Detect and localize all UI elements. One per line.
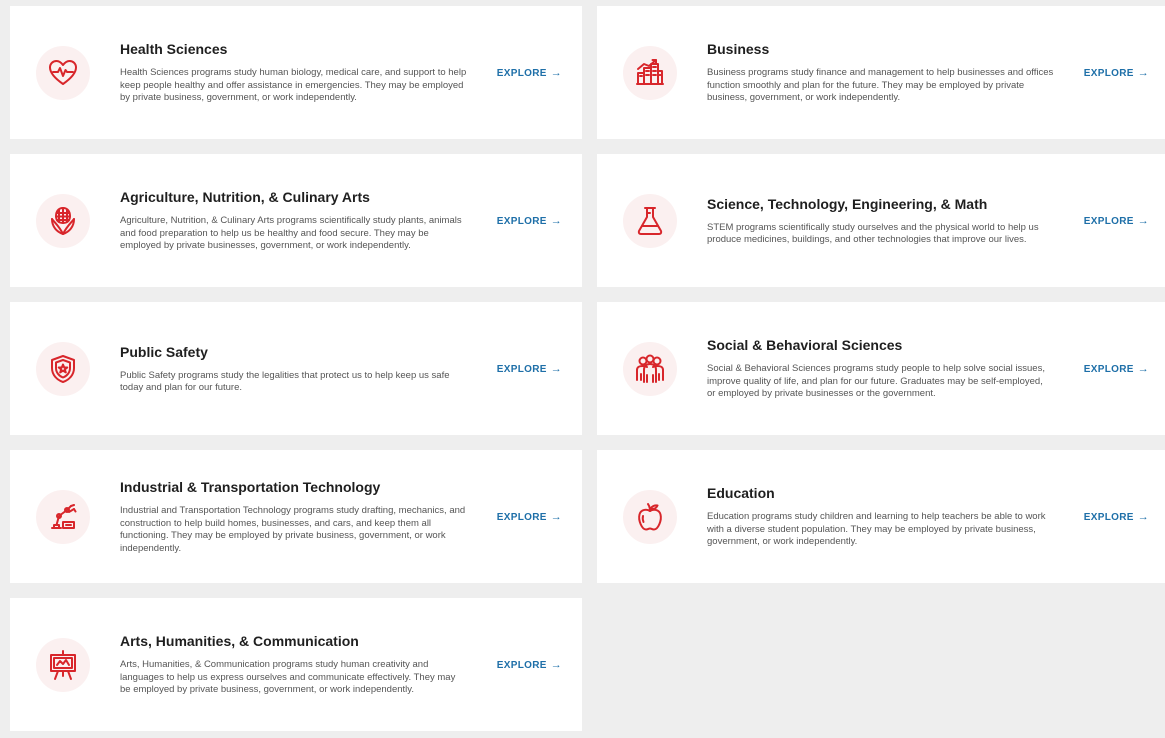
program-card-health-sciences: Health Sciences Health Sciences programs…	[10, 6, 582, 139]
program-card-business: Business Business programs study finance…	[597, 6, 1165, 139]
explore-link[interactable]: EXPLORE →	[1084, 67, 1149, 79]
arrow-right-icon: →	[1137, 362, 1149, 375]
arrow-right-icon: →	[550, 510, 562, 523]
explore-label: EXPLORE	[1083, 363, 1134, 375]
business-buildings-icon	[623, 45, 677, 100]
program-grid: Health Sciences Health Sciences programs…	[10, 6, 1165, 731]
program-description: Business programs study finance and mana…	[707, 67, 1054, 104]
explore-link[interactable]: EXPLORE →	[497, 363, 562, 375]
arrow-right-icon: →	[1137, 214, 1149, 227]
program-title: Science, Technology, Engineering, & Math	[707, 195, 988, 212]
flask-icon	[623, 193, 677, 248]
program-description: STEM programs scientifically study ourse…	[707, 221, 1039, 246]
program-description: Health Sciences programs study human bio…	[120, 67, 467, 104]
corn-icon	[36, 193, 90, 248]
program-title: Health Sciences	[120, 41, 228, 58]
explore-label: EXPLORE	[496, 67, 547, 79]
program-description: Public Safety programs study the legalit…	[120, 369, 450, 394]
explore-label: EXPLORE	[1083, 215, 1134, 227]
arrow-right-icon: →	[550, 658, 562, 671]
program-description: Social & Behavioral Sciences programs st…	[707, 363, 1045, 400]
program-card-agriculture: Agriculture, Nutrition, & Culinary Arts …	[10, 154, 582, 287]
program-description: Industrial and Transportation Technology…	[120, 505, 466, 554]
program-title: Education	[707, 485, 775, 502]
explore-label: EXPLORE	[1083, 511, 1134, 523]
explore-label: EXPLORE	[496, 511, 547, 523]
explore-label: EXPLORE	[496, 363, 547, 375]
arrow-right-icon: →	[550, 362, 562, 375]
program-title: Industrial & Transportation Technology	[120, 479, 381, 495]
heart-pulse-icon	[36, 45, 90, 100]
program-card-social-behavioral: Social & Behavioral Sciences Social & Be…	[597, 302, 1165, 435]
program-card-arts-humanities: Arts, Humanities, & Communication Arts, …	[10, 598, 582, 731]
program-description: Arts, Humanities, & Communication progra…	[120, 659, 456, 696]
program-title: Social & Behavioral Sciences	[707, 337, 903, 354]
easel-icon	[36, 637, 90, 692]
explore-label: EXPLORE	[1083, 67, 1134, 79]
arrow-right-icon: →	[1137, 510, 1149, 523]
program-card-public-safety: Public Safety Public Safety programs stu…	[10, 302, 582, 435]
explore-link[interactable]: EXPLORE →	[497, 511, 562, 523]
explore-label: EXPLORE	[496, 215, 547, 227]
explore-link[interactable]: EXPLORE →	[1084, 511, 1149, 523]
explore-link[interactable]: EXPLORE →	[1084, 363, 1149, 375]
program-title: Public Safety	[120, 343, 208, 360]
program-title: Business	[707, 41, 770, 58]
arrow-right-icon: →	[1137, 66, 1149, 79]
program-card-education: Education Education programs study child…	[597, 450, 1165, 583]
program-description: Education programs study children and le…	[707, 511, 1046, 548]
arrow-right-icon: →	[550, 66, 562, 79]
arrow-right-icon: →	[550, 214, 562, 227]
robotic-arm-icon	[36, 489, 90, 544]
explore-link[interactable]: EXPLORE →	[1084, 215, 1149, 227]
explore-link[interactable]: EXPLORE →	[497, 67, 562, 79]
program-title: Agriculture, Nutrition, & Culinary Arts	[120, 189, 370, 206]
program-title: Arts, Humanities, & Communication	[120, 633, 359, 650]
program-card-stem: Science, Technology, Engineering, & Math…	[597, 154, 1165, 287]
badge-shield-icon	[36, 341, 90, 396]
explore-label: EXPLORE	[496, 659, 547, 671]
explore-link[interactable]: EXPLORE →	[497, 215, 562, 227]
program-description: Agriculture, Nutrition, & Culinary Arts …	[120, 215, 462, 252]
people-group-icon	[623, 341, 677, 396]
explore-link[interactable]: EXPLORE →	[497, 659, 562, 671]
apple-icon	[623, 489, 677, 544]
program-card-industrial: Industrial & Transportation Technology I…	[10, 450, 582, 583]
